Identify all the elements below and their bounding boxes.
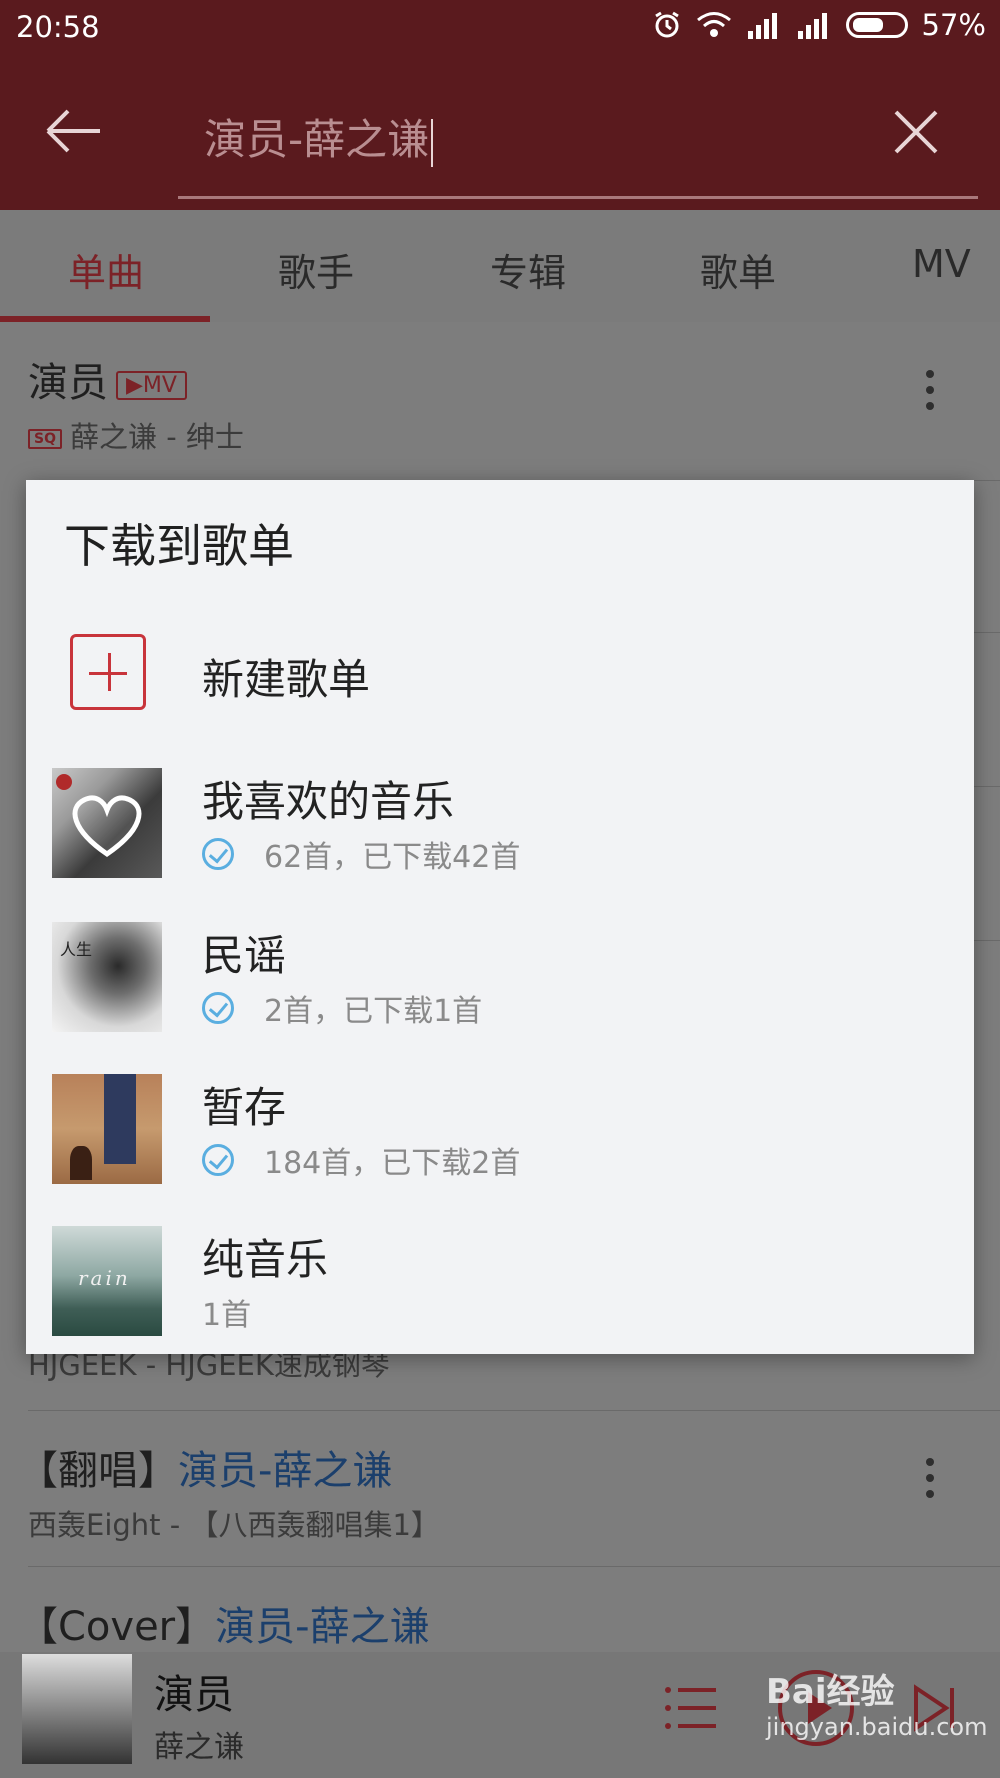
playlist-name: 纯音乐	[202, 1235, 329, 1284]
divider	[28, 1410, 1000, 1411]
battery-level: 57%	[921, 8, 986, 42]
tab-playlist[interactable]: 歌单	[700, 242, 776, 297]
playlist-item[interactable]: 暂存 184首，已下载2首	[26, 1074, 974, 1224]
status-icons: 57%	[652, 8, 986, 42]
alarm-icon	[654, 11, 679, 38]
playlist-name: 我喜欢的音乐	[202, 777, 455, 826]
baidu-watermark: Bai经验 jingyan.baidu.com	[766, 1664, 988, 1764]
playlist-icon[interactable]	[664, 1686, 716, 1730]
list-item[interactable]: 演员 ▶MV SQ 薛之谦 - 绅士	[0, 350, 1000, 480]
divider	[28, 1566, 1000, 1567]
cover-banner	[104, 1074, 136, 1164]
more-options-icon[interactable]	[926, 370, 936, 418]
song-title-highlight: 演员-薛之谦	[215, 1604, 430, 1650]
mv-badge[interactable]: ▶MV	[116, 370, 187, 400]
tab-album[interactable]: 专辑	[490, 242, 566, 297]
more-options-icon[interactable]	[926, 1458, 936, 1506]
tab-artist[interactable]: 歌手	[278, 242, 354, 297]
tab-single[interactable]: 单曲	[68, 242, 144, 297]
dialog-title: 下载到歌单	[64, 519, 294, 573]
add-icon	[70, 634, 146, 710]
song-prefix: 【Cover】	[18, 1604, 216, 1650]
new-playlist-row[interactable]: 新建歌单	[26, 634, 974, 784]
playlist-cover: 人生	[52, 922, 162, 1032]
list-item[interactable]: 【Cover】演员-薛之谦	[0, 1594, 1000, 1654]
signal-icon-2	[797, 13, 827, 39]
cover-figure	[70, 1146, 92, 1180]
text-caret	[431, 118, 434, 167]
category-tabs: 单曲 歌手 专辑 歌单 MV	[0, 210, 1000, 322]
playlist-item[interactable]: 我喜欢的音乐 62首，已下载42首	[26, 768, 974, 918]
playlist-info: 2首，已下载1首	[264, 994, 483, 1029]
playlist-info: 62首，已下载42首	[264, 840, 521, 875]
playlist-cover	[52, 1074, 162, 1184]
tab-mv[interactable]: MV	[912, 242, 971, 286]
search-header: 演员-薛之谦	[0, 56, 1000, 210]
close-icon[interactable]	[892, 108, 940, 156]
heart-icon	[56, 774, 142, 858]
new-playlist-label: 新建歌单	[202, 655, 371, 704]
playlist-cover	[52, 768, 162, 878]
song-subtitle: 薛之谦 - 绅士	[69, 420, 244, 454]
playlist-name: 民谣	[202, 931, 287, 980]
status-time: 20:58	[16, 10, 100, 44]
playlist-info: 184首，已下载2首	[264, 1146, 521, 1181]
song-title: 演员	[28, 360, 108, 406]
song-prefix: 【翻唱】	[18, 1448, 178, 1494]
search-query: 演员-薛之谦	[204, 115, 430, 164]
album-art	[22, 1654, 132, 1764]
battery-icon	[845, 12, 908, 38]
playlist-name: 暂存	[202, 1083, 287, 1132]
downloaded-check-icon	[202, 1144, 234, 1176]
status-bar: 20:58 57%	[0, 0, 1000, 56]
player-artist: 薛之谦	[154, 1730, 244, 1765]
list-item[interactable]: 【翻唱】演员-薛之谦 西轰Eight - 【八西轰翻唱集1】	[0, 1438, 1000, 1568]
search-underline	[178, 196, 978, 199]
playlist-item[interactable]: 人生 民谣 2首，已下载1首	[26, 922, 974, 1072]
downloaded-check-icon	[202, 838, 234, 870]
download-to-playlist-dialog: 下载到歌单 新建歌单 我喜欢的音乐 62首，已下载42首 人生 民谣 2首，已下…	[26, 480, 974, 1354]
playlist-cover: rain	[52, 1226, 162, 1336]
player-title: 演员	[154, 1672, 234, 1718]
cover-text: rain	[78, 1266, 131, 1290]
wifi-icon	[696, 12, 731, 37]
watermark-url: jingyan.baidu.com	[766, 1713, 988, 1741]
sq-badge: SQ	[28, 429, 62, 449]
song-title-highlight: 演员-薛之谦	[178, 1448, 393, 1494]
downloaded-check-icon	[202, 992, 234, 1024]
watermark-brand: Bai经验	[766, 1672, 895, 1712]
signal-icon	[747, 13, 777, 39]
playlist-info: 1首	[202, 1298, 252, 1333]
back-arrow-icon[interactable]	[44, 106, 104, 156]
song-subtitle: 西轰Eight - 【八西轰翻唱集1】	[28, 1508, 440, 1542]
playlist-item[interactable]: rain 纯音乐 1首	[26, 1226, 974, 1376]
search-input[interactable]: 演员-薛之谦	[204, 106, 434, 167]
cover-text: 人生	[60, 940, 93, 959]
